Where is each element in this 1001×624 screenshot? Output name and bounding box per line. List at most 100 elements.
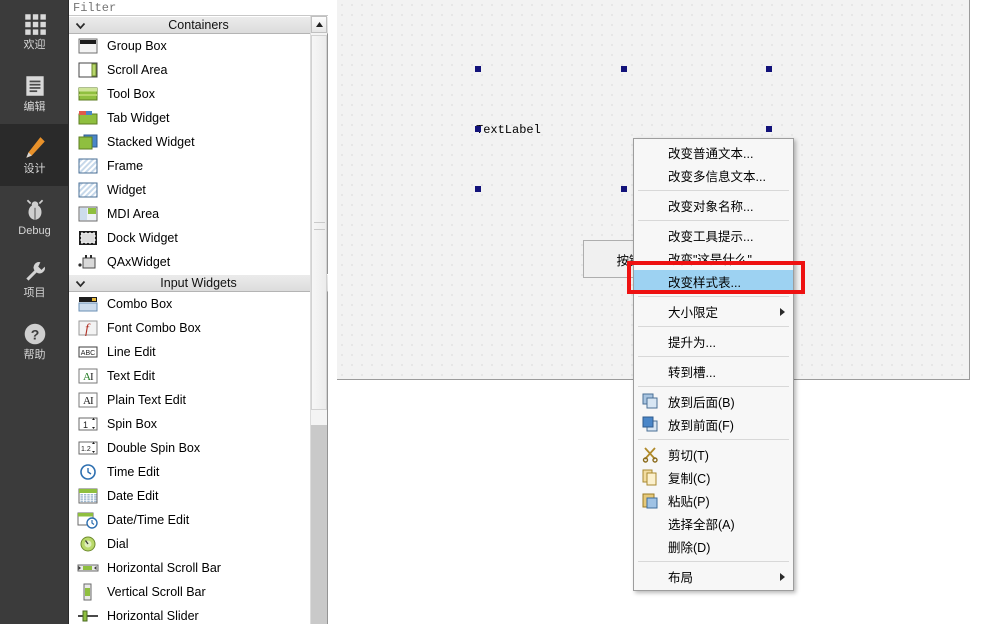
widget-item-label: Plain Text Edit — [107, 393, 186, 407]
context-menu-item-label: 改变普通文本... — [668, 147, 754, 161]
widget-item-label: Dial — [107, 537, 129, 551]
context-menu-item[interactable]: 转到槽... — [634, 360, 793, 383]
context-menu-item[interactable]: 改变样式表... — [634, 270, 793, 293]
widget-item[interactable]: Stacked Widget — [69, 130, 328, 154]
widget-item[interactable]: MDI Area — [69, 202, 328, 226]
text-edit-icon: A I — [78, 368, 98, 384]
time-edit-icon — [80, 464, 96, 480]
widget-item[interactable]: A I Plain Text Edit — [69, 388, 328, 412]
widget-item[interactable]: Vertical Scroll Bar — [69, 580, 328, 604]
widget-group-header[interactable]: Input Widgets — [69, 274, 328, 292]
context-menu[interactable]: 改变普通文本... 改变多信息文本... 改变对象名称... 改变工具提示... 改变"… — [633, 138, 794, 591]
widget-item[interactable]: Widget — [69, 178, 328, 202]
mode-item-5[interactable]: ? 帮助 — [0, 310, 69, 372]
widget-item[interactable]: 1 Spin Box — [69, 412, 328, 436]
mode-item-3[interactable]: Debug — [0, 186, 69, 248]
widget-item[interactable]: Tab Widget — [69, 106, 328, 130]
widget-item[interactable]: Scroll Area — [69, 58, 328, 82]
context-menu-item[interactable]: 放到前面(F) — [634, 413, 793, 436]
widget-item[interactable]: Horizontal Scroll Bar — [69, 556, 328, 580]
scrollbar-track-lower[interactable] — [311, 425, 327, 624]
context-menu-item[interactable]: 复制(C) — [634, 466, 793, 489]
context-menu-item-label: 放到后面(B) — [668, 396, 735, 410]
widget-item[interactable]: Group Box — [69, 34, 328, 58]
context-menu-item-label: 粘贴(P) — [668, 495, 710, 509]
vertical-scroll-bar-icon — [83, 583, 92, 601]
widget-item[interactable]: Tool Box — [69, 82, 328, 106]
selection-handle-4[interactable] — [766, 126, 772, 132]
widget-item[interactable]: Time Edit — [69, 460, 328, 484]
filter-input[interactable] — [69, 0, 328, 15]
scrollbar-thumb[interactable] — [311, 35, 327, 410]
mode-item-4[interactable]: 项目 — [0, 248, 69, 310]
mode-item-1[interactable]: 编辑 — [0, 62, 69, 124]
widget-item[interactable]: f Font Combo Box — [69, 316, 328, 340]
bug-icon — [26, 199, 43, 220]
frame-icon — [78, 158, 98, 174]
context-menu-item-label: 提升为... — [668, 336, 716, 350]
widget-group-title: Input Widgets — [160, 276, 237, 290]
selection-handle-2[interactable] — [766, 66, 772, 72]
menu-separator — [638, 439, 789, 440]
context-menu-item[interactable]: 布局 — [634, 565, 793, 588]
stacked-widget-icon — [78, 134, 98, 150]
svg-text:1: 1 — [83, 420, 88, 430]
context-menu-item[interactable]: 选择全部(A) — [634, 512, 793, 535]
context-menu-item[interactable]: 改变多信息文本... — [634, 164, 793, 187]
context-menu-item[interactable]: 改变"这是什么"... — [634, 247, 793, 270]
submenu-arrow-icon — [780, 573, 785, 581]
context-menu-item-label: 改变对象名称... — [668, 200, 754, 214]
horizontal-slider-icon — [78, 610, 98, 622]
widget-item-label: Horizontal Slider — [107, 609, 199, 623]
widget-item-label: Tool Box — [107, 87, 155, 101]
context-menu-item-label: 改变工具提示... — [668, 230, 754, 244]
selection-handle-0[interactable] — [475, 66, 481, 72]
selection-handle-6[interactable] — [621, 186, 627, 192]
widget-item[interactable]: Combo Box — [69, 292, 328, 316]
app-window: 欢迎 编辑 设计 Debug 项目 ? 帮助 C — [0, 0, 1001, 624]
combo-box-icon — [78, 297, 98, 312]
grid-icon — [24, 14, 46, 35]
mode-item-0[interactable]: 欢迎 — [0, 0, 69, 62]
widget-item[interactable]: Dock Widget — [69, 226, 328, 250]
mode-item-label: Debug — [18, 225, 51, 237]
widget-item[interactable]: Horizontal Slider — [69, 604, 328, 624]
widget-item-label: Date/Time Edit — [107, 513, 190, 527]
chevron-up-icon — [315, 22, 323, 27]
scrollbar-up-button[interactable] — [311, 16, 327, 33]
widget-item-label: Scroll Area — [107, 63, 168, 77]
widget-item[interactable]: A I Text Edit — [69, 364, 328, 388]
mode-item-2[interactable]: 设计 — [0, 124, 69, 186]
widget-item-label: Text Edit — [107, 369, 155, 383]
date-time-edit-icon — [77, 512, 98, 529]
widget-box-scrollbar[interactable] — [310, 16, 327, 624]
context-menu-item[interactable]: 改变工具提示... — [634, 224, 793, 247]
plain-text-edit-icon: A I — [78, 392, 98, 408]
widget-item[interactable]: Dial — [69, 532, 328, 556]
context-menu-item[interactable]: 改变对象名称... — [634, 194, 793, 217]
widget-box-list[interactable]: Containers Group Box Scroll Area Tool Bo… — [69, 16, 328, 624]
widget-item[interactable]: Date/Time Edit — [69, 508, 328, 532]
menu-separator — [638, 386, 789, 387]
menu-separator — [638, 296, 789, 297]
selection-handle-1[interactable] — [621, 66, 627, 72]
context-menu-item[interactable]: 剪切(T) — [634, 443, 793, 466]
selection-handle-5[interactable] — [475, 186, 481, 192]
widget-item[interactable]: QAxWidget — [69, 250, 328, 274]
context-menu-item[interactable]: 提升为... — [634, 330, 793, 353]
context-menu-item[interactable]: 删除(D) — [634, 535, 793, 558]
widget-icon — [78, 182, 98, 198]
widget-item[interactable]: ABC Line Edit — [69, 340, 328, 364]
context-menu-item[interactable]: 大小限定 — [634, 300, 793, 323]
context-menu-item[interactable]: 粘贴(P) — [634, 489, 793, 512]
widget-group-header[interactable]: Containers — [69, 16, 328, 34]
context-menu-item[interactable]: 放到后面(B) — [634, 390, 793, 413]
widget-item[interactable]: 1.2 Double Spin Box — [69, 436, 328, 460]
context-menu-item[interactable]: 改变普通文本... — [634, 141, 793, 164]
scrollbar-track[interactable] — [311, 33, 327, 624]
widget-item[interactable]: Frame — [69, 154, 328, 178]
widget-item[interactable]: Date Edit — [69, 484, 328, 508]
widget-item-label: QAxWidget — [107, 255, 171, 269]
selection-handle-3[interactable] — [475, 126, 481, 132]
canvas-text-label[interactable]: TextLabel — [476, 123, 541, 137]
